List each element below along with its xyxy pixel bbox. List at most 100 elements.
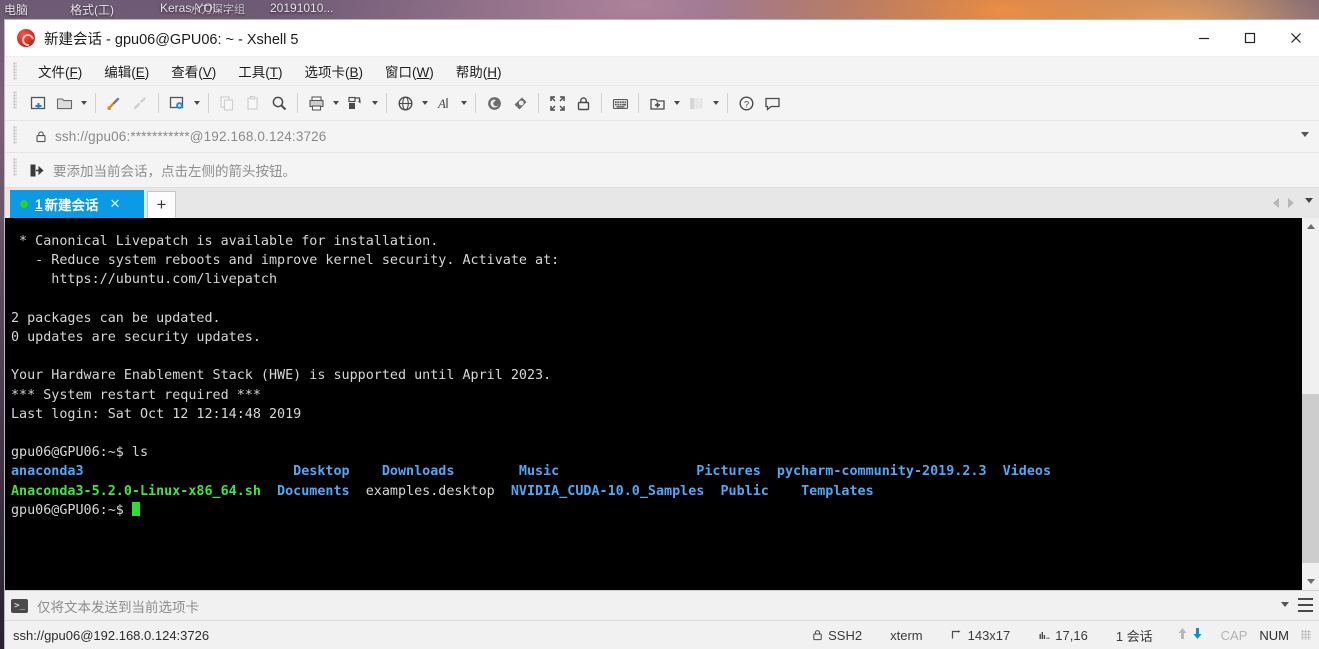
help-icon[interactable]: ? — [733, 90, 759, 116]
tab-new-session[interactable]: 1 新建会话 ✕ — [10, 190, 144, 218]
font-icon[interactable]: A — [431, 90, 457, 116]
send-to-bar[interactable]: >_ 仅将文本发送到当前选项卡 — [5, 590, 1319, 620]
terminal-line: gpu06@GPU06:~$ ls — [11, 443, 1301, 462]
transfer-file-icon[interactable] — [342, 90, 368, 116]
terminal-text: * Canonical Livepatch is available for i… — [11, 234, 439, 249]
menu-edit[interactable]: 编辑(E) — [93, 58, 160, 84]
terminal-text: Downloads — [381, 464, 455, 480]
browser-icon[interactable] — [392, 90, 418, 116]
status-cursor-position[interactable]: 17,16 — [1024, 628, 1102, 643]
window-controls — [1181, 20, 1319, 56]
browser-caret-icon[interactable] — [418, 90, 431, 116]
add-to-folder-icon[interactable] — [644, 90, 670, 116]
print-caret-icon[interactable] — [329, 90, 342, 116]
layout-caret-icon[interactable] — [709, 90, 722, 116]
transfer-file-caret-icon[interactable] — [368, 90, 381, 116]
terminal-line: 2 packages can be updated. — [11, 309, 1301, 328]
menu-tools[interactable]: 工具(T) — [227, 58, 293, 84]
lock-icon[interactable] — [570, 90, 596, 116]
address-input[interactable]: ssh://gpu06:***********@192.168.0.124:37… — [55, 129, 326, 144]
menu-tab[interactable]: 选项卡(B) — [294, 58, 375, 84]
font-caret-icon[interactable] — [457, 90, 470, 116]
terminal-text: Videos — [1002, 464, 1052, 480]
open-folder-icon[interactable] — [51, 90, 77, 116]
xshell-icon[interactable] — [481, 90, 507, 116]
scrollbar-track[interactable] — [1302, 235, 1319, 573]
svg-text:A: A — [437, 96, 446, 111]
status-num-lock: NUM — [1259, 627, 1289, 643]
noticebar-grip-handle[interactable] — [13, 158, 17, 176]
add-to-folder-caret-icon[interactable] — [670, 90, 683, 116]
tab-label: 新建会话 — [44, 198, 99, 213]
layout-icon — [683, 90, 709, 116]
desktop-icons: 电脑 格式(工) Keras-YOL... 20191010... 水刀深字组 — [0, 0, 1319, 22]
fullscreen-icon[interactable] — [544, 90, 570, 116]
scroll-down-icon[interactable] — [1302, 573, 1319, 590]
menu-help[interactable]: 帮助(H) — [445, 58, 513, 84]
arrow-down-icon — [1192, 627, 1203, 643]
minimize-button[interactable] — [1181, 20, 1227, 56]
session-properties-icon[interactable] — [164, 90, 190, 116]
status-size-label: 143x17 — [967, 627, 1011, 643]
feedback-icon[interactable] — [759, 90, 785, 116]
compose-pane-icon[interactable] — [607, 90, 633, 116]
arrow-up-icon — [1177, 627, 1188, 643]
menu-window[interactable]: 窗口(W) — [374, 58, 445, 84]
cursor-pos-icon — [1038, 629, 1050, 641]
desktop-icon-label[interactable]: 20191010... — [270, 1, 333, 15]
status-terminal-type[interactable]: xterm — [876, 628, 937, 643]
terminal-line: - Reduce system reboots and improve kern… — [11, 251, 1301, 270]
close-button[interactable] — [1273, 20, 1319, 56]
hamburger-menu-icon[interactable] — [1298, 598, 1313, 612]
status-transfer-indicators — [1167, 627, 1213, 643]
desktop-icon-label[interactable]: 电脑 — [4, 1, 28, 18]
send-to-label: 仅将文本发送到当前选项卡 — [37, 599, 199, 615]
terminal-text: pycharm-community-2019.2.3 — [776, 464, 987, 480]
toolbar-separator — [386, 93, 387, 113]
new-session-icon[interactable] — [25, 90, 51, 116]
open-folder-caret-icon[interactable] — [77, 90, 90, 116]
terminal-line: anaconda3 Desktop Downloads Music Pictur… — [11, 462, 1301, 481]
find-icon[interactable] — [266, 90, 292, 116]
resize-grip[interactable] — [1301, 630, 1311, 640]
tab-strip: 1 新建会话 ✕ + — [5, 188, 1319, 218]
toolbar-separator — [95, 93, 96, 113]
terminal-output[interactable]: * Canonical Livepatch is available for i… — [5, 218, 1301, 590]
print-icon[interactable] — [303, 90, 329, 116]
terminal-line: Last login: Sat Oct 12 12:14:48 2019 — [11, 405, 1301, 424]
tab-scroll-right-icon[interactable] — [1283, 192, 1298, 214]
tab-menu-chevron-down-icon[interactable] — [1305, 197, 1313, 203]
scrollbar-thumb[interactable] — [1302, 393, 1319, 563]
session-properties-caret-icon[interactable] — [190, 90, 203, 116]
send-to-chevron-down-icon[interactable] — [1281, 602, 1289, 607]
menu-file[interactable]: 文件(F) — [27, 58, 93, 84]
address-chevron-down-icon[interactable] — [1301, 132, 1309, 137]
terminal-text: *** System restart required *** — [11, 387, 261, 403]
terminal-scrollbar[interactable] — [1301, 218, 1319, 590]
address-bar[interactable]: ssh://gpu06:***********@192.168.0.124:37… — [5, 121, 1319, 153]
addressbar-grip-handle[interactable] — [13, 126, 17, 144]
status-sessions[interactable]: 1 会话 — [1102, 626, 1167, 645]
tab-close-icon[interactable]: ✕ — [110, 196, 121, 212]
status-size[interactable]: 143x17 — [937, 628, 1025, 643]
status-caps-lock: CAP — [1220, 627, 1248, 643]
connect-icon[interactable] — [101, 90, 127, 116]
new-tab-button[interactable]: + — [147, 191, 176, 218]
xftp-icon[interactable] — [507, 90, 533, 116]
toolbar-grip-handle[interactable] — [13, 91, 17, 109]
menu-grip-handle[interactable] — [13, 62, 17, 80]
menu-help-label: 帮助 — [455, 65, 483, 80]
menu-view[interactable]: 查看(V) — [160, 58, 227, 84]
toolbar-separator — [727, 93, 728, 113]
terminal-text: Music — [518, 464, 560, 480]
add-session-icon[interactable] — [29, 163, 44, 178]
window-title: 新建会话 - gpu06@GPU06: ~ - Xshell 5 — [44, 31, 299, 48]
scroll-up-icon[interactable] — [1302, 218, 1319, 235]
tab-scroll-left-icon[interactable] — [1268, 192, 1283, 214]
status-protocol[interactable]: SSH2 — [798, 628, 876, 643]
desktop-icon-label[interactable]: 格式(工) — [70, 1, 114, 18]
maximize-button[interactable] — [1227, 20, 1273, 56]
